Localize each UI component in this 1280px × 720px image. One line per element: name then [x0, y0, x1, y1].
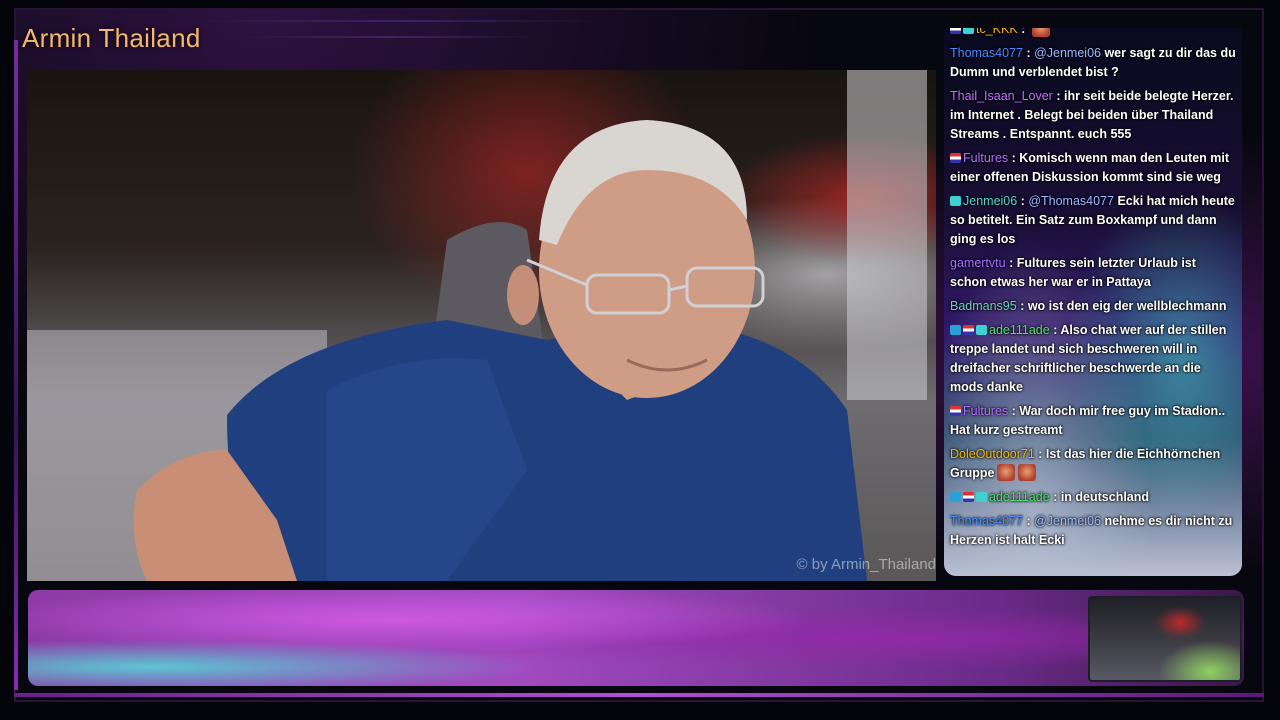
chat-message: Thomas4077 : @Jenmei06 wer sagt zu dir d… [950, 46, 1236, 79]
stream-watermark: © by Armin_Thailand [796, 556, 936, 573]
streamer-video [27, 70, 927, 581]
emote-icon [1031, 28, 1050, 37]
sub-badge-icon [976, 492, 987, 502]
chat-mention[interactable]: @Jenmei06 [1034, 46, 1101, 60]
chat-message: Fultures : Komisch wenn man den Leuten m… [950, 151, 1230, 184]
chat-message: Thail_Isaan_Lover : ihr seit beide beleg… [950, 89, 1234, 141]
flag-badge-icon [950, 153, 961, 163]
chat-text: wo ist den eig der wellblechmann [1027, 299, 1227, 313]
chat-username[interactable]: Fultures [963, 404, 1008, 418]
chat-username[interactable]: Fultures [963, 151, 1008, 165]
secondary-camera [1088, 596, 1242, 682]
frame-left-glow [14, 40, 18, 690]
flag-badge-icon [950, 406, 961, 416]
flag-badge-icon [950, 28, 961, 34]
sub-badge-icon [950, 196, 961, 206]
chat-message: tc_KKK : [944, 28, 1242, 42]
emote-icon [997, 464, 1016, 481]
chat-message: ade111ade : Also chat wer auf der stille… [950, 323, 1227, 394]
chat-username[interactable]: Thomas4077 [950, 46, 1023, 60]
prime-badge-icon [950, 325, 961, 335]
chat-username[interactable]: Badmans95 [950, 299, 1017, 313]
chat-username[interactable]: Thail_Isaan_Lover [950, 89, 1053, 103]
frame-bottom-glow [14, 693, 1264, 697]
bottom-banner [28, 590, 1244, 686]
chat-username[interactable]: Thomas4077 [950, 514, 1023, 528]
emote-icon [1018, 464, 1037, 481]
chat-username[interactable]: gamertvtu [950, 256, 1006, 270]
chat-mention[interactable]: @Thomas4077 [1028, 194, 1114, 208]
flag-badge-icon [963, 325, 974, 335]
chat-message: ade111ade : in deutschland [944, 486, 1242, 510]
chat-message: Jenmei06 : @Thomas4077 Ecki hat mich heu… [950, 194, 1235, 246]
chat-mention[interactable]: @Jenmei06 [1034, 514, 1101, 528]
prime-badge-icon [950, 492, 961, 502]
chat-username[interactable]: tc_KKK [976, 28, 1018, 36]
chat-username[interactable]: ade111ade [989, 490, 1050, 504]
sub-badge-icon [963, 28, 974, 34]
chat-message: DoleOutdoor71 : Ist das hier die Eichhör… [950, 447, 1221, 481]
webcam-feed: © by Armin_Thailand [27, 70, 936, 581]
streamer-title: Armin Thailand [22, 23, 201, 53]
flag-badge-icon [963, 492, 974, 502]
chat-message: gamertvtu : Fultures sein letzter Urlaub… [950, 256, 1196, 289]
chat-username[interactable]: ade111ade [989, 323, 1050, 337]
chat-username[interactable]: DoleOutdoor71 [950, 447, 1035, 461]
title-decoration [200, 14, 700, 54]
chat-username[interactable]: Jenmei06 [963, 194, 1017, 208]
chat-text: in deutschland [1060, 490, 1150, 504]
chat-message: Fultures : War doch mir free guy im Stad… [950, 404, 1226, 437]
sub-badge-icon [976, 325, 987, 335]
chat-message: Thomas4077 : @Jenmei06 nehme es dir nich… [950, 514, 1233, 547]
chat-message: Badmans95 : wo ist den eig der wellblech… [950, 299, 1227, 313]
chat-panel: tc_KKK : Thomas4077 : @Jenmei06 wer sagt… [944, 28, 1242, 576]
chat-message-list[interactable]: tc_KKK : Thomas4077 : @Jenmei06 wer sagt… [944, 28, 1242, 553]
